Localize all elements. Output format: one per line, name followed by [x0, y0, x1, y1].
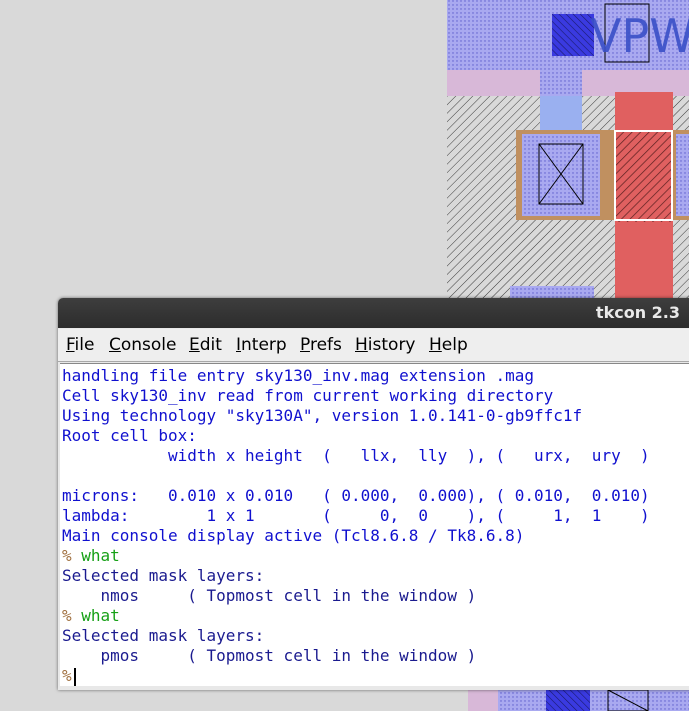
bottom-strip: [510, 286, 594, 298]
command-line: % what: [62, 546, 120, 566]
menu-file-mnemonic: F: [66, 335, 75, 355]
title-bar[interactable]: tkcon 2.3: [58, 298, 689, 328]
command-text: what: [81, 606, 120, 625]
bottom-contact-hatch: [546, 690, 590, 711]
console-line: nmos ( Topmost cell in the window ): [62, 586, 477, 605]
menu-history-mnemonic: H: [355, 335, 368, 355]
menu-file-label: ile: [74, 335, 95, 355]
menu-history-label: istory: [367, 335, 416, 355]
console-line: width x height ( llx, lly ), ( urx, ury …: [62, 446, 650, 465]
console-line: pmos ( Topmost cell in the window ): [62, 646, 477, 665]
command-text: what: [81, 546, 120, 565]
poly-gate-bottom: [615, 222, 673, 298]
prompt: %: [62, 666, 72, 685]
menu-prefs-mnemonic: P: [300, 335, 310, 355]
console-line: Selected mask layers:: [62, 566, 265, 585]
menu-help[interactable]: Help: [429, 335, 468, 355]
console-line: Using technology "sky130A", version 1.0.…: [62, 406, 583, 425]
menu-help-label: elp: [441, 335, 468, 355]
prompt: %: [62, 606, 72, 625]
console-line: Selected mask layers:: [62, 626, 265, 645]
poly-gate-top: [615, 92, 673, 132]
console-output[interactable]: handling file entry sky130_inv.mag exten…: [60, 363, 689, 686]
prompt: %: [62, 546, 72, 565]
menu-console[interactable]: Console: [109, 335, 177, 355]
metal-column: [540, 96, 582, 132]
tkcon-window[interactable]: tkcon 2.3 File Console Edit Interp Prefs…: [58, 298, 689, 690]
input-line[interactable]: %: [62, 666, 76, 686]
text-cursor: [73, 667, 76, 686]
command-line: % what: [62, 606, 120, 626]
menu-prefs[interactable]: Prefs: [300, 335, 342, 355]
console-line: Main console display active (Tcl8.6.8 / …: [62, 526, 525, 545]
menu-interp[interactable]: Interp: [236, 335, 287, 355]
menu-edit-mnemonic: E: [189, 335, 200, 355]
menu-history[interactable]: History: [355, 335, 416, 355]
top-contact-hatch: [552, 14, 594, 56]
menu-console-mnemonic: C: [109, 335, 121, 355]
menu-help-mnemonic: H: [429, 335, 442, 355]
menu-edit[interactable]: Edit: [189, 335, 222, 355]
window-title: tkcon 2.3: [595, 303, 680, 322]
menu-console-label: onsole: [120, 335, 177, 355]
console-line: microns: 0.010 x 0.010 ( 0.000, 0.000), …: [62, 486, 650, 505]
diffusion-right-fill: [676, 134, 689, 216]
console-line: Cell sky130_inv read from current workin…: [62, 386, 554, 405]
menu-prefs-label: refs: [309, 335, 342, 355]
pink-strip-dots: [540, 70, 582, 96]
menu-interp-label: nterp: [241, 335, 287, 355]
console-line: Root cell box:: [62, 426, 197, 445]
menu-bar: File Console Edit Interp Prefs History H…: [58, 329, 689, 362]
console-line: handling file entry sky130_inv.mag exten…: [62, 366, 535, 385]
menu-edit-label: dit: [199, 335, 222, 355]
bottom-layout-dots: [498, 690, 689, 711]
layout-label: VPW: [590, 9, 689, 63]
menu-file[interactable]: File: [66, 335, 94, 355]
console-line: lambda: 1 x 1 ( 0, 0 ), ( 1, 1 ): [62, 506, 650, 525]
